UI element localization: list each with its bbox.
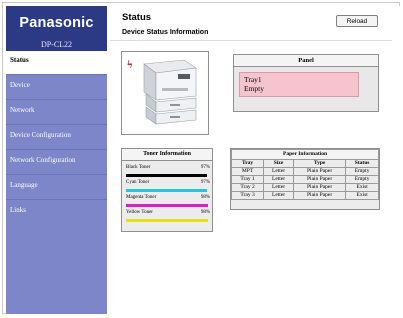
paper-title: Paper Information [231, 149, 379, 160]
panel-line-2: Empty [244, 84, 264, 93]
toner-bar-magenta [126, 204, 209, 207]
header-divider [110, 40, 392, 41]
sidebar-item-network[interactable]: Network [6, 101, 107, 125]
printer-icon [143, 59, 197, 125]
toner-percent: 98% [200, 195, 210, 200]
toner-bar-yellow [126, 219, 209, 222]
cell-type: Plain Paper [292, 167, 347, 176]
cell-size: Letter [263, 167, 294, 176]
cell-tray: Tray 2 [230, 183, 265, 192]
table-row: Tray 1 Letter Plain Paper Empty [230, 175, 379, 184]
sidebar-item-language[interactable]: Language [6, 176, 107, 200]
column-header-tray: Tray [230, 159, 265, 168]
toner-bar-cyan [126, 189, 208, 192]
cell-type: Plain Paper [292, 191, 347, 200]
cell-type: Plain Paper [292, 183, 347, 192]
toner-row-black: Black Toner 97% [126, 164, 210, 172]
toner-percent: 98% [200, 210, 210, 215]
toner-row-magenta: Magenta Toner 98% [126, 194, 210, 202]
cell-type: Plain Paper [292, 175, 347, 184]
printer-image: ϟ [121, 51, 209, 135]
panel-box: Panel Tray1 Empty [233, 54, 379, 112]
cell-status: Empty [345, 175, 379, 184]
cell-tray: Tray 1 [230, 175, 265, 184]
sidebar-item-label: Network [10, 106, 35, 114]
cell-status: Exist [345, 191, 379, 200]
toner-row-cyan: Cyan Toner 97% [126, 179, 210, 187]
sidebar-item-label: Language [10, 181, 38, 189]
sidebar-item-links[interactable]: Links [6, 201, 107, 225]
table-row: MPT Letter Plain Paper Empty [230, 167, 379, 176]
sidebar-item-device[interactable]: Device [6, 76, 107, 100]
sidebar-item-network-configuration[interactable]: Network Configuration [6, 151, 107, 175]
paper-info-box: Paper Information Tray Size Type Status … [230, 148, 380, 210]
sidebar-item-label: Network Configuration [10, 156, 76, 164]
sidebar-item-label: Links [10, 206, 26, 214]
toner-percent: 97% [200, 165, 210, 170]
toner-bar-black [126, 174, 208, 177]
column-header-size: Size [263, 159, 294, 168]
page-title: Status [122, 12, 152, 23]
reload-button[interactable]: Reload [336, 15, 378, 27]
toner-info-box: Toner Information Black Toner 97% Cyan T… [121, 148, 213, 232]
toner-label: Cyan Toner [126, 180, 150, 185]
cell-tray: Tray 3 [230, 191, 265, 200]
sidebar-item-label: Device Configuration [10, 131, 71, 139]
toner-label: Black Toner [126, 165, 151, 170]
sidebar: Panasonic DP-CL22 Status Device Network … [6, 6, 107, 314]
column-header-status: Status [345, 159, 379, 168]
model-name: DP-CL22 [6, 40, 107, 51]
brand-logo: Panasonic [6, 6, 107, 40]
toner-percent: 97% [200, 180, 210, 185]
cell-size: Letter [263, 175, 294, 184]
sidebar-item-status[interactable]: Status [6, 51, 107, 75]
sidebar-item-label: Device [10, 81, 30, 89]
cell-size: Letter [263, 183, 294, 192]
paper-table: Paper Information Tray Size Type Status … [230, 149, 379, 200]
panel-line-1: Tray1 [244, 75, 262, 84]
toner-label: Yellow Toner [126, 210, 153, 215]
toner-label: Magenta Toner [126, 195, 157, 200]
cell-tray: MPT [230, 167, 265, 176]
panel-title: Panel [234, 55, 378, 67]
page-subtitle: Device Status Information [122, 29, 209, 36]
cell-status: Exist [345, 183, 379, 192]
table-row: Tray 2 Letter Plain Paper Exist [230, 183, 379, 192]
toner-row-yellow: Yellow Toner 98% [126, 209, 210, 217]
cell-status: Empty [345, 167, 379, 176]
table-row: Tray 3 Letter Plain Paper Exist [230, 191, 379, 200]
sidebar-item-device-configuration[interactable]: Device Configuration [6, 126, 107, 150]
column-header-type: Type [292, 159, 347, 168]
panel-display: Tray1 Empty [239, 72, 359, 97]
cell-size: Letter [263, 191, 294, 200]
sidebar-item-label: Status [10, 56, 29, 64]
toner-title: Toner Information [122, 149, 212, 161]
